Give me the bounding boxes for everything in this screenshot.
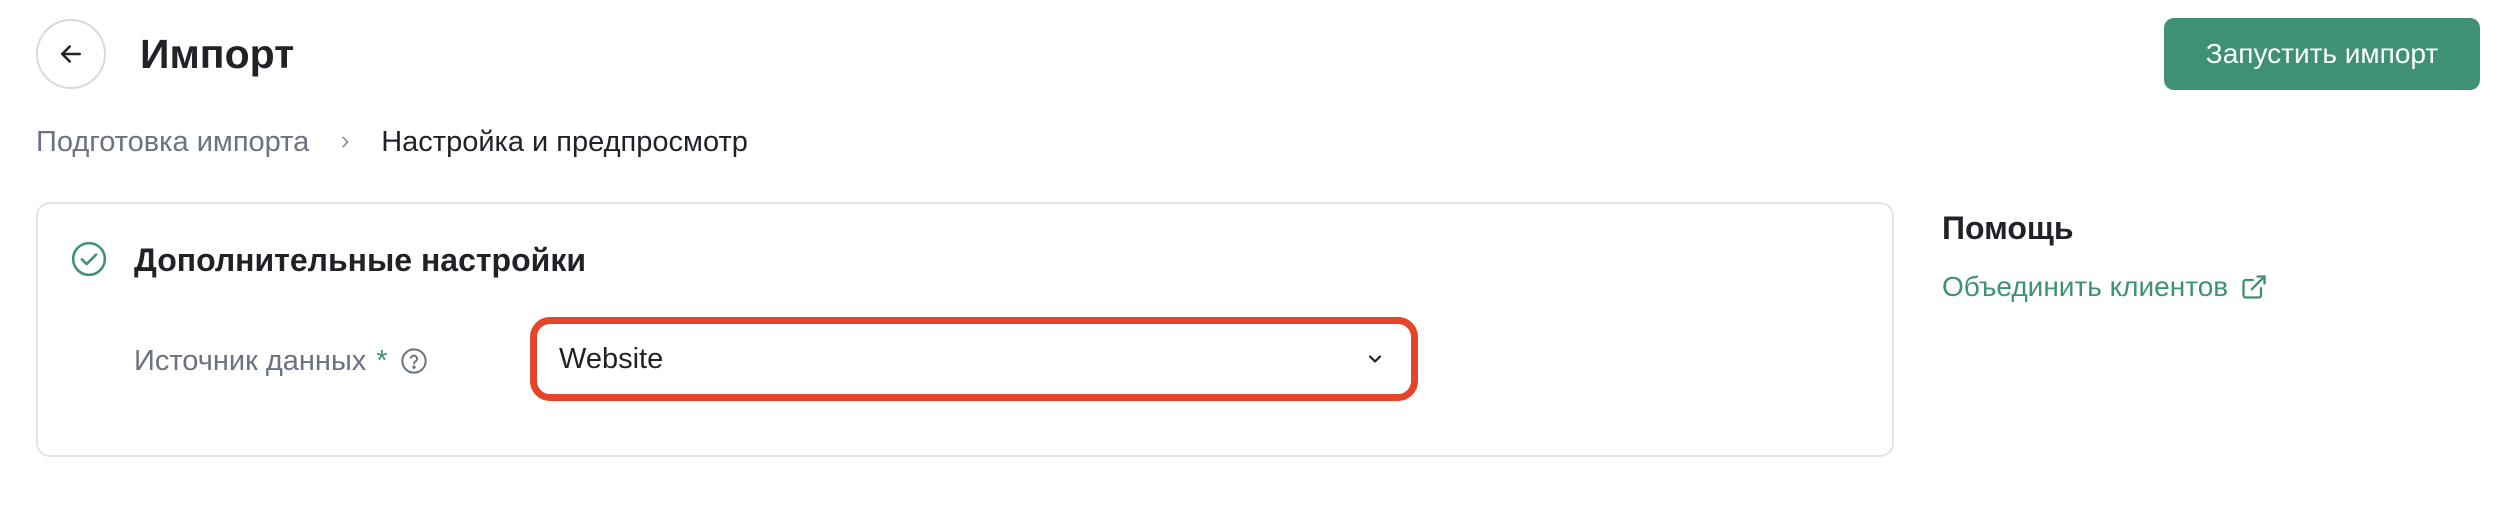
required-mark: * bbox=[376, 344, 388, 377]
select-value: Website bbox=[559, 342, 664, 375]
chevron-right-icon bbox=[337, 134, 353, 150]
card-title: Дополнительные настройки bbox=[134, 242, 586, 278]
breadcrumb: Подготовка импорта Настройка и предпросм… bbox=[36, 120, 748, 164]
additional-settings-card: Дополнительные настройки Источник данных… bbox=[36, 202, 1894, 457]
help-title: Помощь bbox=[1942, 210, 2074, 246]
arrow-left-icon bbox=[61, 45, 81, 63]
field-label-text: Источник данных bbox=[134, 344, 367, 377]
run-import-button[interactable]: Запустить импорт bbox=[2164, 18, 2480, 90]
breadcrumb-item-preparation[interactable]: Подготовка импорта bbox=[36, 126, 309, 159]
check-circle-icon bbox=[71, 241, 107, 277]
external-link-icon bbox=[2242, 275, 2266, 299]
merge-customers-link[interactable]: Объединить клиентов bbox=[1942, 266, 2268, 308]
chevron-down-icon bbox=[1368, 355, 1382, 363]
data-source-label: Источник данных * bbox=[134, 339, 428, 383]
back-button[interactable] bbox=[36, 19, 106, 89]
breadcrumb-item-current: Настройка и предпросмотр bbox=[381, 125, 748, 158]
data-source-select[interactable]: Website bbox=[530, 317, 1418, 401]
help-link-label: Объединить клиентов bbox=[1942, 271, 2229, 302]
question-circle-icon[interactable] bbox=[400, 347, 428, 375]
page-title: Импорт bbox=[140, 31, 295, 77]
